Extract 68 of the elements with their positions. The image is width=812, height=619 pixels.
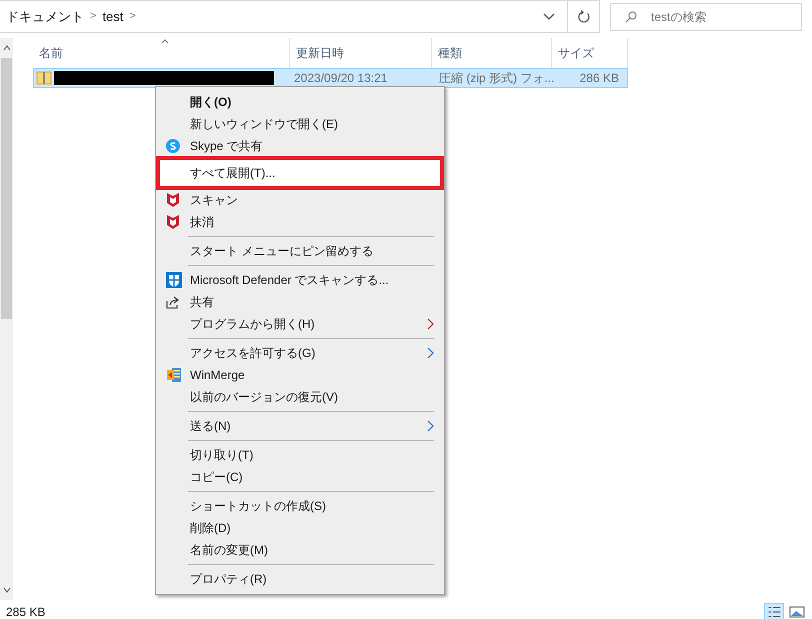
menu-item[interactable]: アクセスを許可する(G) xyxy=(158,342,442,364)
menu-label: 共有 xyxy=(190,294,214,311)
breadcrumb[interactable]: test xyxy=(102,6,124,26)
details-view-icon[interactable] xyxy=(764,603,784,619)
menu-item[interactable]: Microsoft Defender でスキャンする... xyxy=(158,269,442,291)
menu-item[interactable]: プロパティ(R) xyxy=(158,568,442,590)
shield-icon xyxy=(166,192,180,208)
menu-label: スタート メニューにピン留めする xyxy=(190,243,374,260)
menu-label: 削除(D) xyxy=(190,520,231,537)
menu-label: 名前の変更(M) xyxy=(190,542,268,559)
menu-label: WinMerge xyxy=(190,367,245,384)
winmerge-icon xyxy=(166,367,182,383)
menu-label: コピー(C) xyxy=(190,469,243,486)
menu-label: プロパティ(R) xyxy=(190,571,267,588)
menu-label: 抹消 xyxy=(190,214,214,231)
scroll-up-icon[interactable] xyxy=(2,45,10,51)
shield-icon xyxy=(166,272,182,288)
chevron-text: > xyxy=(129,9,136,24)
menu-item[interactable]: スキャン xyxy=(158,189,442,211)
menu-item[interactable]: Skype で共有 xyxy=(158,135,442,157)
search-field[interactable]: testの検索 xyxy=(610,2,802,30)
file-row[interactable]: 2023/09/20 13:21 圧縮 (zip 形式) フォ... 286 KB xyxy=(33,68,628,88)
breadcrumb[interactable]: ドキュメント xyxy=(6,6,84,26)
menu-label: 開く(O) xyxy=(190,94,232,111)
search-icon xyxy=(625,10,637,22)
menu-item[interactable]: 開く(O) xyxy=(158,91,442,113)
menu-item[interactable]: コピー(C) xyxy=(158,466,442,488)
menu-label: ショートカットの作成(S) xyxy=(190,498,326,515)
menu-item[interactable]: 削除(D) xyxy=(158,517,442,539)
dropdown-icon[interactable] xyxy=(543,12,555,20)
menu-label: アクセスを許可する(G) xyxy=(190,345,316,362)
menu-item[interactable]: プログラムから開く(H) xyxy=(158,313,442,335)
menu-item[interactable]: 切り取り(T) xyxy=(158,444,442,466)
menu-item[interactable]: 共有 xyxy=(158,291,442,313)
menu-label: 以前のバージョンの復元(V) xyxy=(190,389,338,406)
menu-item[interactable]: 送る(N) xyxy=(158,415,442,437)
menu-label: スキャン xyxy=(190,192,238,209)
zip-folder-icon xyxy=(36,71,52,85)
skype-icon xyxy=(166,139,180,153)
menu-item[interactable]: ショートカットの作成(S) xyxy=(158,495,442,517)
modified-cell-text: 2023/09/20 13:21 xyxy=(294,70,388,87)
address-bar[interactable]: ドキュメント > test > xyxy=(0,0,600,33)
menu-item[interactable]: 新しいウィンドウで開く(E) xyxy=(158,113,442,135)
menu-item[interactable]: WinMerge xyxy=(158,364,442,386)
type-cell-text: 圧縮 (zip 形式) フォ... xyxy=(439,70,556,87)
size-cell-text: 286 KB xyxy=(578,70,619,87)
menu-label: 切り取り(T) xyxy=(190,447,254,464)
menu-item[interactable]: 抹消 xyxy=(158,211,442,233)
scroll-down-icon[interactable] xyxy=(2,587,10,593)
menu-label: すべて展開(T)... xyxy=(190,165,276,182)
menu-item[interactable]: 以前のバージョンの復元(V) xyxy=(158,386,442,408)
shield-icon xyxy=(166,214,180,230)
chevron-text: > xyxy=(90,9,96,24)
scrollbar[interactable] xyxy=(0,38,13,600)
share-icon xyxy=(166,295,180,309)
menu-label: Microsoft Defender でスキャンする... xyxy=(190,272,389,289)
menu-label: プログラムから開く(H) xyxy=(190,316,315,333)
status-text: 285 KB xyxy=(6,604,46,619)
thumbnail-view-icon[interactable] xyxy=(788,604,806,619)
menu-item[interactable]: スタート メニューにピン留めする xyxy=(158,240,442,262)
menu-label: 新しいウィンドウで開く(E) xyxy=(190,116,338,133)
menu-label: 送る(N) xyxy=(190,418,231,435)
menu-item[interactable]: すべて展開(T)... xyxy=(158,158,442,188)
refresh-icon[interactable] xyxy=(576,10,590,24)
sort-icon xyxy=(161,39,169,44)
menu-label: Skype で共有 xyxy=(190,138,263,155)
menu-item[interactable]: 名前の変更(M) xyxy=(158,539,442,561)
search-input[interactable]: testの検索 xyxy=(651,8,781,26)
